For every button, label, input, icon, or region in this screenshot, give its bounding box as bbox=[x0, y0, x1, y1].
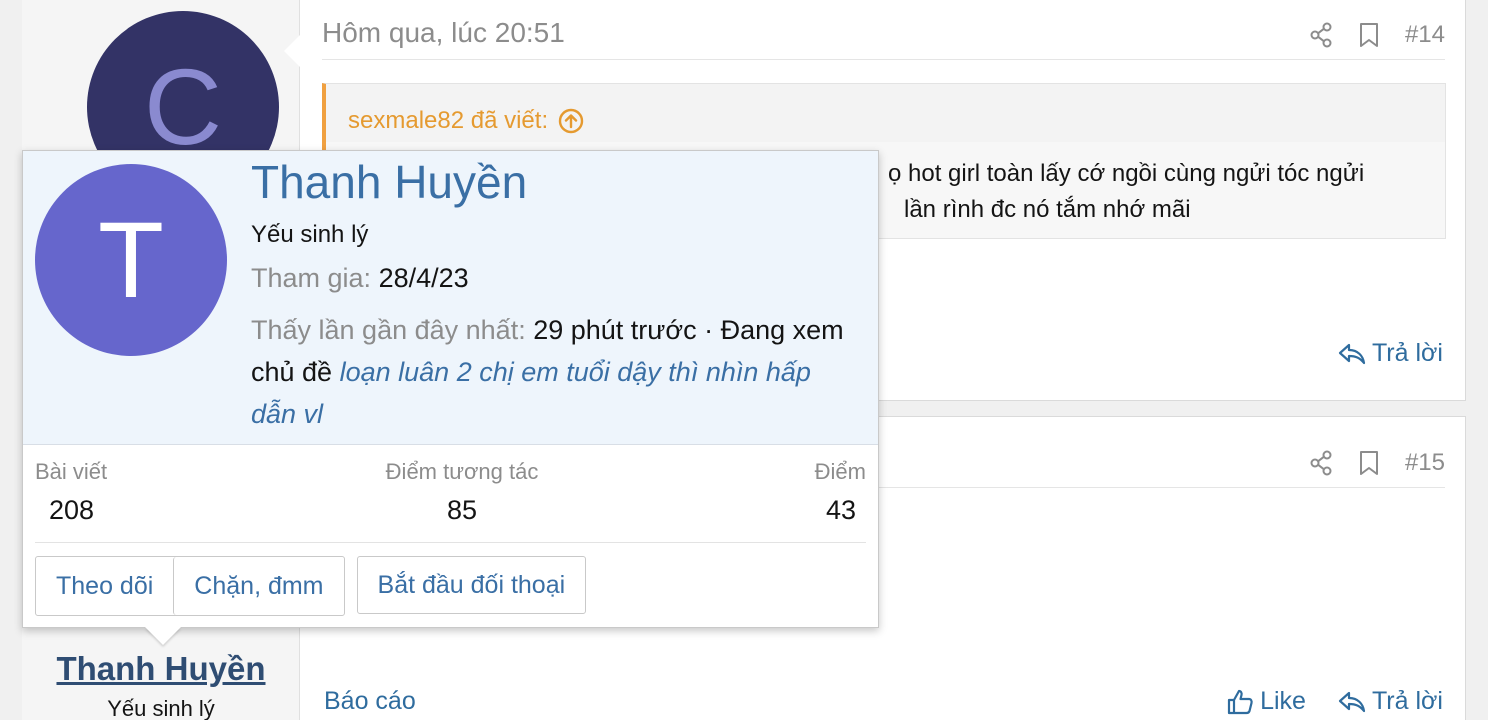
last-seen-label: Thấy lần gần đây nhất: bbox=[251, 315, 526, 345]
stat-points: Điểm 43 bbox=[815, 459, 866, 526]
share-icon[interactable] bbox=[1309, 450, 1333, 476]
like-label: Like bbox=[1260, 687, 1306, 715]
member-joined: Tham gia: 28/4/23 bbox=[251, 263, 469, 294]
viewing-thread-link[interactable]: loạn luân 2 chị em tuổi dậy thì nhìn hấp… bbox=[251, 357, 811, 429]
stat-value: 43 bbox=[825, 495, 856, 525]
stat-value: 208 bbox=[49, 495, 95, 525]
follow-button[interactable]: Theo dõi bbox=[36, 557, 174, 615]
post-footer: Báo cáo Like Trả lời bbox=[324, 687, 1443, 716]
share-icon[interactable] bbox=[1309, 22, 1333, 48]
post-number[interactable]: #14 bbox=[1405, 21, 1445, 49]
like-button[interactable]: Like bbox=[1226, 687, 1306, 716]
reply-icon bbox=[1338, 342, 1366, 366]
post-number[interactable]: #15 bbox=[1405, 449, 1445, 477]
reply-button[interactable]: Trả lời bbox=[1338, 339, 1443, 368]
quote-line: ọ hot girl toàn lấy cớ ngồi cùng ngửi tó… bbox=[888, 160, 1365, 187]
joined-label: Tham gia: bbox=[251, 263, 372, 293]
post-arrow bbox=[284, 35, 300, 67]
reply-label: Trả lời bbox=[1371, 339, 1443, 367]
post-date[interactable]: Hôm qua, lúc 20:51 bbox=[322, 17, 565, 49]
tooltip-arrow bbox=[145, 627, 181, 645]
member-last-seen: Thấy lần gần đây nhất: 29 phút trước · Đ… bbox=[251, 309, 861, 435]
member-title: Yếu sinh lý bbox=[251, 221, 369, 248]
member-tooltip: T Thanh Huyền Yếu sinh lý Tham gia: 28/4… bbox=[22, 150, 879, 645]
stat-label: Điểm bbox=[814, 459, 866, 484]
block-button[interactable]: Chặn, đmm bbox=[173, 557, 344, 615]
joined-value: 28/4/23 bbox=[378, 263, 469, 293]
arrow-up-circle-icon[interactable] bbox=[558, 108, 584, 134]
divider bbox=[322, 59, 1445, 60]
bookmark-icon[interactable] bbox=[1359, 22, 1379, 48]
bookmark-icon[interactable] bbox=[1359, 450, 1379, 476]
member-name[interactable]: Thanh Huyền bbox=[251, 155, 527, 209]
stat-value: 85 bbox=[446, 495, 478, 525]
reply-label: Trả lời bbox=[1371, 687, 1443, 715]
poster-username[interactable]: Thanh Huyền bbox=[22, 650, 300, 688]
post-tools: #14 bbox=[1309, 21, 1445, 49]
stat-label: Điểm tương tác bbox=[385, 459, 539, 484]
member-stats: Bài viết 208 Điểm tương tác 85 Điểm 43 bbox=[35, 459, 866, 543]
thumbs-up-icon bbox=[1226, 688, 1254, 716]
quote-header[interactable]: sexmale82 đã viết: bbox=[326, 84, 1445, 142]
stat-label: Bài viết bbox=[35, 459, 108, 484]
member-tooltip-header: T Thanh Huyền Yếu sinh lý Tham gia: 28/4… bbox=[23, 151, 878, 445]
member-avatar[interactable]: T bbox=[35, 164, 227, 356]
quote-line: lần rình đc nó tắm nhớ mãi bbox=[904, 196, 1191, 223]
post-tools: #15 bbox=[1309, 449, 1445, 477]
reply-icon bbox=[1338, 690, 1366, 714]
report-button[interactable]: Báo cáo bbox=[324, 687, 416, 716]
follow-block-group: Theo dõi Chặn, đmm bbox=[35, 556, 345, 616]
stat-reactions: Điểm tương tác 85 bbox=[377, 459, 547, 526]
start-conversation-button[interactable]: Bắt đầu đối thoại bbox=[356, 556, 587, 614]
post-actions: Like Trả lời bbox=[1226, 687, 1443, 716]
poster-user-title: Yếu sinh lý bbox=[107, 696, 215, 720]
stat-posts: Bài viết 208 bbox=[35, 459, 107, 526]
member-actions: Theo dõi Chặn, đmm Bắt đầu đối thoại bbox=[35, 556, 587, 616]
reply-button[interactable]: Trả lời bbox=[1338, 687, 1443, 716]
quote-author[interactable]: sexmale82 đã viết: bbox=[348, 107, 548, 135]
